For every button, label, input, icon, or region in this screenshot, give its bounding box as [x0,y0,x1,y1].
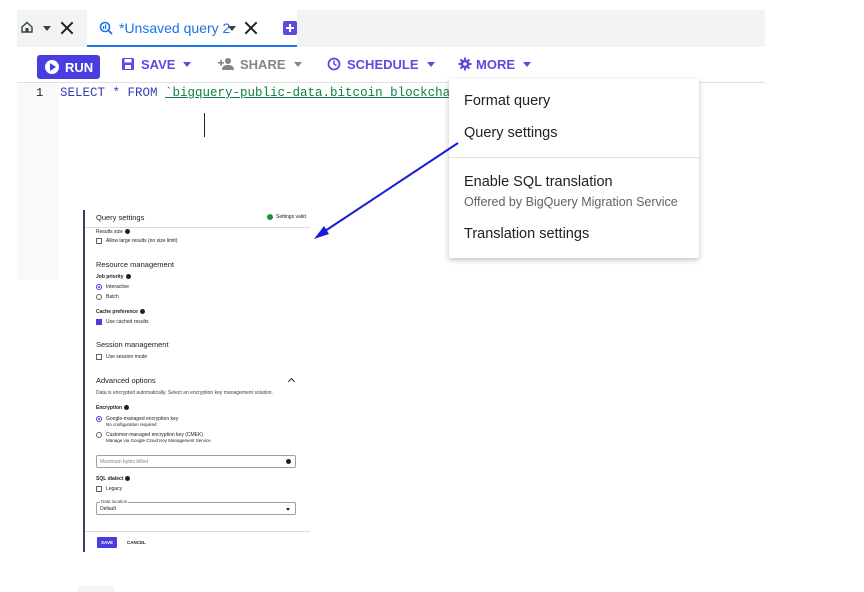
interactive-radio[interactable] [96,284,102,290]
help-icon [125,476,131,481]
schedule-button[interactable]: SCHEDULE [327,57,435,75]
save-button[interactable]: SAVE [121,57,192,75]
help-icon [124,229,130,234]
text-cursor [204,113,205,137]
use-cached-results-label: Use cached results [106,319,149,325]
customer-managed-key-radio[interactable] [96,432,102,438]
interactive-label: Interactive [106,284,130,290]
legacy-sql-checkbox[interactable] [96,486,102,492]
advanced-options-heading[interactable]: Advanced options [96,376,156,385]
chevron-down-icon [286,508,290,511]
tab-title: *Unsaved query 2 [119,20,231,36]
more-menu: Format query Query settings Enable SQL t… [449,79,699,258]
bottom-fragment [78,586,114,592]
schedule-chevron-down-icon [426,62,435,67]
tab-menu-chevron-down-icon[interactable] [228,26,236,31]
tab-unsaved-query[interactable]: *Unsaved query 2 [87,10,297,47]
clock-icon [327,57,341,71]
data-location-value: Default [100,506,116,512]
help-icon [139,309,145,314]
more-button[interactable]: MORE [458,57,531,75]
cancel-settings-button[interactable]: CANCEL [127,540,146,545]
gear-icon [458,57,472,71]
allow-large-results-label: Allow large results (no size limit) [106,238,178,244]
help-icon [124,405,130,410]
save-settings-button[interactable]: SAVE [97,537,117,548]
job-priority-label: Job priority [96,274,131,280]
settings-status: Settings valid [276,214,306,220]
help-icon [125,274,131,279]
line-number: 1 [36,86,44,100]
run-button-label: RUN [65,60,94,75]
schedule-button-label: SCHEDULE [347,57,419,72]
panel-divider [85,227,310,228]
encryption-note: Data is encrypted automatically. Select … [96,390,273,396]
home-menu-chevron-down-icon[interactable] [43,26,51,31]
legacy-sql-label: Legacy [106,486,123,492]
batch-label: Batch [106,294,119,300]
use-cached-results-checkbox[interactable] [96,319,102,325]
batch-radio[interactable] [96,294,102,300]
query-settings-panel: Query settings Settings valid Results si… [83,210,310,552]
play-icon [45,60,59,74]
save-icon [122,58,134,70]
google-managed-key-radio[interactable] [96,416,102,422]
menu-item-translation-settings[interactable]: Translation settings [464,226,589,242]
help-icon [286,459,291,464]
use-session-mode-label: Use session mode [106,354,148,360]
new-tab-plus-icon[interactable] [283,21,297,35]
line-gutter: 1 [17,84,59,280]
allow-large-results-checkbox[interactable] [96,238,102,244]
close-home-tab-icon[interactable] [60,21,74,35]
sql-keywords: SELECT * FROM [60,86,166,100]
run-button[interactable]: RUN [37,55,100,79]
add-person-icon [218,58,234,70]
close-tab-icon[interactable] [244,21,258,35]
menu-item-query-settings[interactable]: Query settings [464,125,558,141]
check-circle-icon [267,214,273,220]
more-chevron-down-icon [523,62,531,67]
menu-divider [449,157,699,158]
resource-management-heading: Resource management [96,260,174,269]
query-icon [99,21,113,35]
save-chevron-down-icon [183,62,192,67]
table-reference[interactable]: `bigquery-public-data.bitcoin_blockchain [165,86,465,100]
home-icon[interactable] [21,21,33,33]
sql-dialect-label: SQL dialect [96,476,131,482]
google-managed-key-sub: No configuration required [106,422,157,427]
save-button-label: SAVE [141,57,176,72]
menu-item-format-query[interactable]: Format query [464,93,550,109]
customer-managed-key-sub: Manage via Google Cloud Key Management S… [106,438,211,443]
share-button-label: SHARE [240,57,286,72]
share-button[interactable]: SHARE [218,57,302,75]
code-line[interactable]: SELECT * FROM `bigquery-public-data.bitc… [60,86,465,100]
query-toolbar: RUN SAVE SHARE SCHEDULE MORE [17,47,765,83]
maximum-bytes-billed-input[interactable]: Maximum bytes billed [96,455,296,468]
session-management-heading: Session management [96,340,169,349]
menu-item-enable-sql-translation-subtitle: Offered by BigQuery Migration Service [464,195,678,209]
panel-footer-divider [85,531,310,532]
data-location-label: Data location [100,499,129,504]
use-session-mode-checkbox[interactable] [96,354,102,360]
encryption-label: Encryption [96,405,130,411]
tab-bar: *Unsaved query 2 [17,10,765,47]
share-chevron-down-icon [293,62,302,67]
more-button-label: MORE [476,57,515,72]
chevron-up-icon[interactable] [287,377,296,386]
panel-title: Query settings [96,213,145,222]
maximum-bytes-billed-placeholder: Maximum bytes billed [100,459,149,465]
cache-preference-label: Cache preference [96,309,145,315]
data-location-select[interactable]: Data location Default [96,499,296,515]
menu-item-enable-sql-translation[interactable]: Enable SQL translation [464,174,613,190]
results-size-label: Results size [96,229,130,235]
